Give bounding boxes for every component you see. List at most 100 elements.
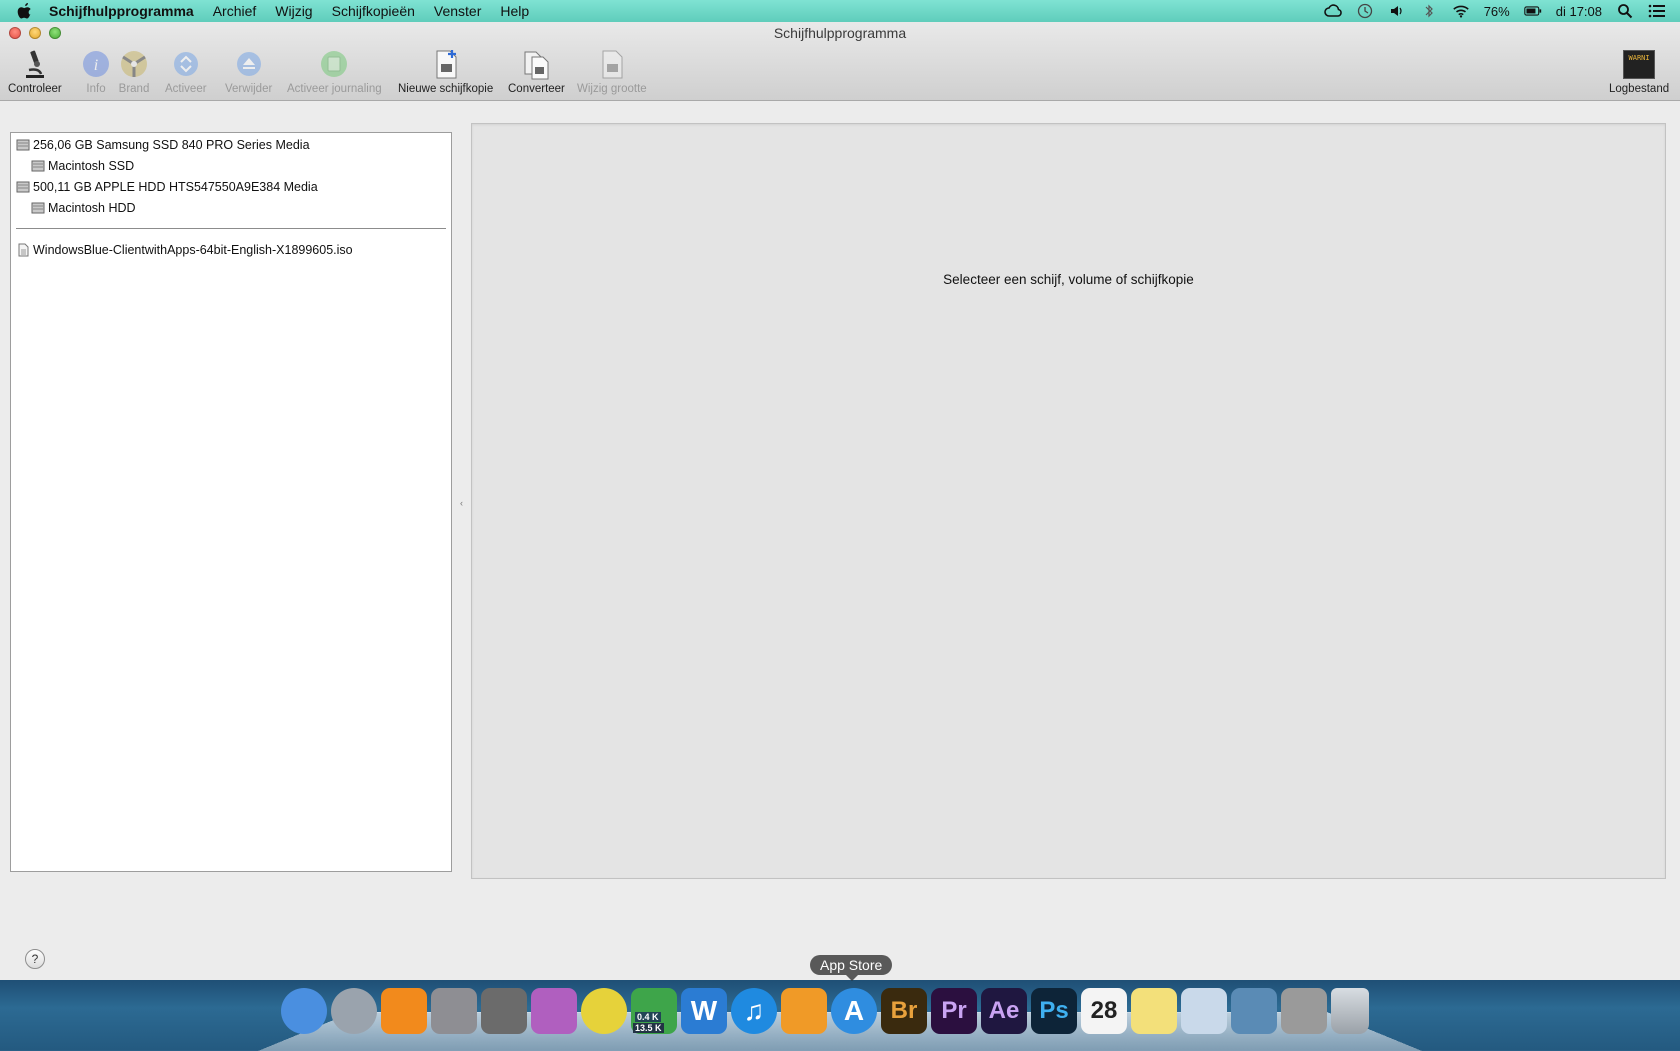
- creative-cloud-icon[interactable]: [1323, 3, 1342, 19]
- window-title: Schijfhulpprogramma: [773, 25, 907, 41]
- battery-percentage: 76%: [1483, 3, 1510, 19]
- hard-disk-icon: [16, 139, 30, 151]
- dock-app-store-label: A: [843, 995, 865, 1026]
- dock-bridge-icon[interactable]: Br: [881, 988, 927, 1034]
- toolbar-logbestand-button[interactable]: WARNI Logbestand: [1609, 47, 1669, 95]
- disk-utility-window: Schijfhulpprogramma Controleer i Info Br…: [0, 22, 1680, 980]
- volume-row-macintosh-ssd[interactable]: Macintosh SSD: [31, 156, 134, 176]
- network-upload-rate: 0.4 K: [635, 1012, 661, 1022]
- toolbar-wijzig-grootte-button[interactable]: Wijzig grootte: [577, 47, 647, 95]
- dock-notes-icon[interactable]: [1131, 988, 1177, 1034]
- wifi-icon[interactable]: [1452, 3, 1470, 19]
- dock-app-store-icon[interactable]: A: [831, 988, 877, 1034]
- selection-hint: Selecteer een schijf, volume of schijfko…: [943, 272, 1194, 287]
- split-view-handle[interactable]: ‹: [460, 498, 463, 508]
- volume-name: Macintosh HDD: [48, 201, 136, 215]
- dock-imac-icon[interactable]: [531, 988, 577, 1034]
- toolbar-converteer-button[interactable]: Converteer: [508, 47, 565, 95]
- dock-bridge-label: Br: [890, 997, 918, 1024]
- menu-schijfkopieen[interactable]: Schijfkopieën: [332, 3, 415, 19]
- resize-image-icon: [595, 47, 629, 81]
- dock-image-capture-icon[interactable]: [481, 988, 527, 1034]
- toolbar-nieuwe-schijfkopie-button[interactable]: Nieuwe schijfkopie: [398, 47, 493, 95]
- toolbar-info-button[interactable]: i Info: [79, 47, 113, 95]
- menu-bar: Schijfhulpprogramma Archief Wijzig Schij…: [0, 0, 1680, 23]
- hard-disk-icon: [16, 181, 30, 193]
- unified-toolbar: Schijfhulpprogramma Controleer i Info Br…: [0, 22, 1680, 101]
- toolbar-verwijder-button[interactable]: Verwijder: [225, 47, 272, 95]
- dock-after-effects-icon[interactable]: Ae: [981, 988, 1027, 1034]
- dock-calendar-label: 28: [1090, 997, 1118, 1024]
- volume-icon: [31, 202, 45, 214]
- dock: 0.4 K 13.5 K W ♫ A Br Pr Ae Ps 28: [281, 988, 1369, 1034]
- info-icon: i: [79, 47, 113, 81]
- dock-premiere-icon[interactable]: Pr: [931, 988, 977, 1034]
- menu-venster[interactable]: Venster: [434, 3, 481, 19]
- dock-ibooks-icon[interactable]: [781, 988, 827, 1034]
- volume-name: Macintosh SSD: [48, 159, 135, 173]
- toolbar-controleer-button[interactable]: Controleer: [8, 47, 62, 95]
- dock-iphoto-icon[interactable]: [1231, 988, 1277, 1034]
- dock-itunes-label: ♫: [743, 995, 765, 1026]
- dock-system-preferences-icon[interactable]: [431, 988, 477, 1034]
- disk-image-icon: [18, 243, 29, 257]
- dock-word-label: W: [690, 995, 718, 1026]
- svg-text:i: i: [94, 57, 98, 74]
- toolbar-verwijder-label: Verwijder: [225, 83, 273, 95]
- toolbar-controleer-label: Controleer: [8, 83, 62, 95]
- dock-premiere-label: Pr: [941, 997, 967, 1024]
- help-button[interactable]: ?: [25, 949, 45, 969]
- menu-help[interactable]: Help: [500, 3, 529, 19]
- dock-itunes-icon[interactable]: ♫: [731, 988, 777, 1034]
- image-row-windows-iso[interactable]: WindowsBlue-ClientwithApps-64bit-English…: [16, 240, 353, 260]
- dock-network-monitor-icon[interactable]: 0.4 K 13.5 K: [631, 988, 677, 1034]
- time-machine-icon[interactable]: [1356, 3, 1374, 19]
- toolbar-logbestand-label: Logbestand: [1609, 83, 1670, 95]
- toolbar-brand-label: Brand: [118, 83, 150, 95]
- volume-icon[interactable]: [1388, 3, 1406, 19]
- detail-panel: Selecteer een schijf, volume of schijfko…: [471, 123, 1666, 879]
- convert-icon: [519, 47, 553, 81]
- toolbar-activeer-label: Activeer: [165, 83, 207, 95]
- menu-archief[interactable]: Archief: [213, 3, 257, 19]
- dock-photoshop-label: Ps: [1039, 997, 1069, 1024]
- toolbar-wijzig-grootte-label: Wijzig grootte: [577, 83, 647, 95]
- menu-wijzig[interactable]: Wijzig: [275, 3, 312, 19]
- dock-launchpad-icon[interactable]: [331, 988, 377, 1034]
- toolbar-activeer-button[interactable]: Activeer: [165, 47, 207, 95]
- notification-center-icon[interactable]: [1648, 3, 1666, 19]
- dock-disk-utility-icon[interactable]: [1281, 988, 1327, 1034]
- new-image-icon: [429, 47, 463, 81]
- disk-list[interactable]: 256,06 GB Samsung SSD 840 PRO Series Med…: [10, 132, 452, 872]
- image-name: WindowsBlue-ClientwithApps-64bit-English…: [33, 243, 353, 257]
- toolbar-converteer-label: Converteer: [508, 83, 565, 95]
- bluetooth-icon[interactable]: [1420, 3, 1438, 19]
- apple-menu-icon[interactable]: [17, 2, 37, 20]
- battery-icon[interactable]: [1524, 3, 1542, 19]
- log-icon: WARNI: [1622, 47, 1656, 81]
- toolbar-info-label: Info: [86, 83, 106, 95]
- dock-photoshop-icon[interactable]: Ps: [1031, 988, 1077, 1034]
- dock-vlc-icon[interactable]: [381, 988, 427, 1034]
- disk-row-apple-hdd[interactable]: 500,11 GB APPLE HDD HTS547550A9E384 Medi…: [16, 177, 318, 197]
- dock-trash-icon[interactable]: [1331, 988, 1369, 1034]
- menu-app-name[interactable]: Schijfhulpprogramma: [49, 3, 194, 19]
- spotlight-search-icon[interactable]: [1616, 3, 1634, 19]
- dock-finder-icon[interactable]: [281, 988, 327, 1034]
- microscope-icon: [18, 47, 52, 81]
- disk-name: 256,06 GB Samsung SSD 840 PRO Series Med…: [33, 138, 310, 152]
- dock-word-icon[interactable]: W: [681, 988, 727, 1034]
- eject-icon: [232, 47, 266, 81]
- dock-preview-icon[interactable]: [1181, 988, 1227, 1034]
- disk-row-samsung-ssd[interactable]: 256,06 GB Samsung SSD 840 PRO Series Med…: [16, 135, 310, 155]
- dock-chrome-icon[interactable]: [581, 988, 627, 1034]
- toolbar-brand-button[interactable]: Brand: [117, 47, 151, 95]
- toolbar-activeer-journaling-label: Activeer journaling: [287, 83, 382, 95]
- dock-calendar-icon[interactable]: 28: [1081, 988, 1127, 1034]
- volume-row-macintosh-hdd[interactable]: Macintosh HDD: [31, 198, 136, 218]
- disk-name: 500,11 GB APPLE HDD HTS547550A9E384 Medi…: [33, 180, 318, 194]
- toolbar-activeer-journaling-button[interactable]: Activeer journaling: [287, 47, 382, 95]
- mount-icon: [169, 47, 203, 81]
- menu-clock[interactable]: di 17:08: [1556, 4, 1602, 19]
- list-separator: [16, 228, 446, 229]
